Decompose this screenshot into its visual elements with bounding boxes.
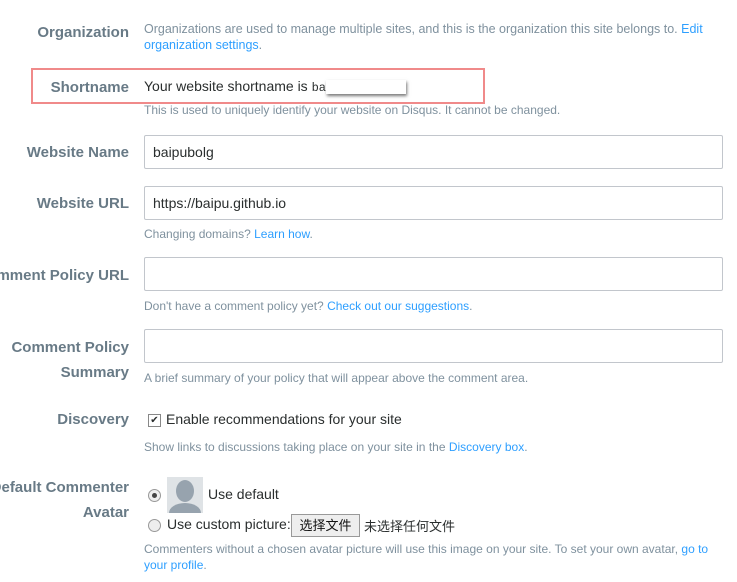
help-text: Don't have a comment policy yet? bbox=[144, 299, 324, 313]
discovery-help: Show links to discussions taking place o… bbox=[144, 439, 528, 455]
shortname-prefix: Your website shortname is bbox=[144, 78, 308, 94]
period: . bbox=[309, 227, 313, 241]
use-custom-label: Use custom picture: bbox=[167, 516, 291, 532]
discovery-box-link[interactable]: Discovery box bbox=[449, 440, 524, 454]
use-default-radio[interactable] bbox=[148, 489, 161, 502]
redaction bbox=[325, 80, 406, 95]
discovery-checkbox-row[interactable]: ✔ Enable recommendations for your site bbox=[148, 411, 402, 427]
discovery-checkbox[interactable]: ✔ bbox=[148, 413, 161, 427]
learn-how-link[interactable]: Learn how bbox=[254, 227, 309, 241]
website-url-help: Changing domains? Learn how. bbox=[144, 226, 313, 242]
period: . bbox=[524, 440, 528, 454]
website-url-label: Website URL bbox=[36, 195, 129, 212]
organization-text: Organizations are used to manage multipl… bbox=[144, 22, 678, 36]
file-status: 未选择任何文件 bbox=[364, 519, 456, 534]
help-text: Show links to discussions taking place o… bbox=[144, 440, 446, 454]
comment-policy-summary-label-1: Comment Policy bbox=[11, 339, 129, 356]
choose-file-button[interactable]: 选择文件 bbox=[291, 514, 360, 537]
shortname-label: Shortname bbox=[50, 79, 129, 96]
comment-policy-url-help: Don't have a comment policy yet? Check o… bbox=[144, 298, 473, 314]
organization-label: Organization bbox=[37, 24, 129, 41]
website-name-label: Website Name bbox=[26, 144, 129, 161]
comment-policy-url-label: Comment Policy URL bbox=[0, 267, 129, 284]
period: . bbox=[203, 558, 207, 572]
avatar-label-2: Avatar bbox=[82, 504, 129, 521]
comment-policy-url-input[interactable] bbox=[144, 257, 723, 291]
website-name-input[interactable]: baipubolg bbox=[144, 135, 723, 169]
avatar-help: Commenters without a chosen avatar pictu… bbox=[144, 541, 729, 573]
shortname-value: ba bbox=[311, 81, 326, 95]
use-custom-radio[interactable] bbox=[148, 519, 161, 532]
default-avatar-image bbox=[167, 477, 203, 513]
shortname-help: This is used to uniquely identify your w… bbox=[144, 103, 561, 117]
discovery-checkbox-label: Enable recommendations for your site bbox=[166, 411, 402, 427]
period: . bbox=[469, 299, 473, 313]
website-url-input[interactable]: https://baipu.github.io bbox=[144, 186, 723, 220]
avatar-label-1: Default Commenter bbox=[0, 479, 129, 496]
help-text: Commenters without a chosen avatar pictu… bbox=[144, 542, 679, 556]
use-default-label: Use default bbox=[208, 486, 279, 502]
organization-description: Organizations are used to manage multipl… bbox=[144, 21, 724, 53]
comment-policy-summary-input[interactable] bbox=[144, 329, 723, 363]
suggestions-link[interactable]: Check out our suggestions bbox=[327, 299, 469, 313]
period: . bbox=[258, 38, 263, 52]
comment-policy-summary-help: A brief summary of your policy that will… bbox=[144, 371, 529, 385]
help-text: Changing domains? bbox=[144, 227, 251, 241]
shortname-text: Your website shortname is ba bbox=[144, 78, 406, 95]
comment-policy-summary-label-2: Summary bbox=[60, 364, 129, 381]
discovery-label: Discovery bbox=[57, 411, 129, 428]
